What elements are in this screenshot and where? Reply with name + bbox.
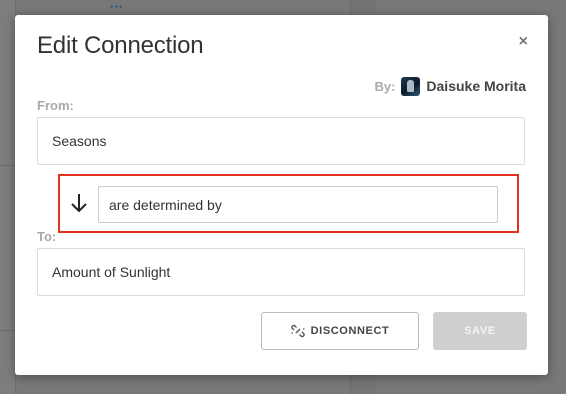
broken-link-icon: [290, 324, 305, 338]
by-label: By:: [374, 78, 396, 94]
author-info: By: Daisuke Morita: [374, 75, 526, 97]
disconnect-button[interactable]: DISCONNECT: [261, 312, 419, 350]
avatar: [401, 76, 421, 96]
disconnect-label: DISCONNECT: [310, 325, 390, 337]
background-separator: [0, 165, 15, 166]
relationship-input[interactable]: [98, 186, 498, 223]
background-menu-icon: •••: [110, 2, 124, 13]
from-field[interactable]: Seasons: [37, 117, 525, 165]
dialog-title: Edit Connection: [37, 32, 204, 59]
author-name: Daisuke Morita: [426, 78, 526, 94]
to-label: To:: [37, 229, 57, 244]
relationship-highlight: [58, 174, 519, 233]
save-button[interactable]: SAVE: [433, 312, 527, 350]
background-sidebar: [0, 0, 16, 394]
to-field[interactable]: Amount of Sunlight: [37, 248, 525, 296]
background-separator: [0, 330, 15, 331]
edit-connection-dialog: Edit Connection × By: Daisuke Morita Fro…: [15, 15, 548, 375]
from-label: From:: [37, 98, 74, 113]
arrow-down-icon: [71, 194, 87, 213]
close-icon[interactable]: ×: [519, 33, 528, 51]
